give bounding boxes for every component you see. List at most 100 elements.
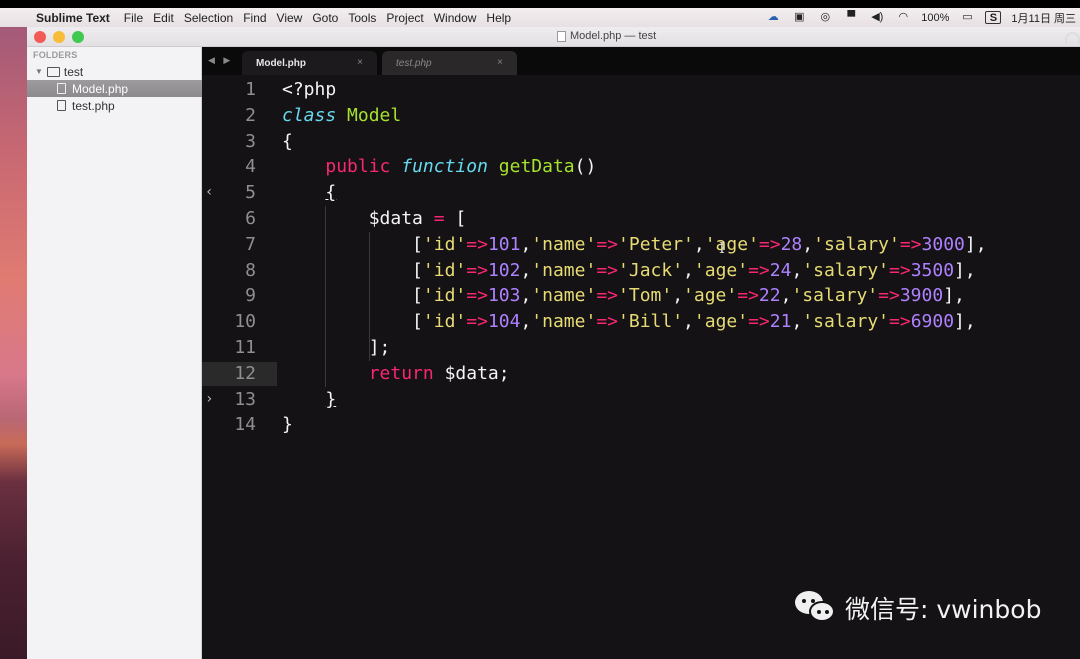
menu-bar: Sublime Text File Edit Selection Find Vi… — [0, 8, 1080, 27]
code-token: [ — [282, 311, 423, 333]
close-icon[interactable]: × — [357, 57, 363, 68]
line-number: 10 — [234, 311, 256, 333]
menu-file[interactable]: File — [124, 11, 151, 25]
menu-window[interactable]: Window — [434, 11, 485, 25]
volume-icon[interactable]: ◀) — [869, 11, 885, 24]
code-token: 'salary' — [791, 285, 879, 307]
caret-down-icon[interactable]: ▼ — [35, 67, 43, 76]
menu-tools[interactable]: Tools — [348, 11, 384, 25]
code-line[interactable]: 3{ — [202, 129, 1080, 155]
code-token: , — [683, 311, 694, 333]
code-token: 'age' — [693, 259, 749, 281]
editor-pane[interactable]: ◀ ▶ Model.php × test.php × 1 <?php 2 class … — [202, 47, 1080, 659]
tab-nav-arrows[interactable]: ◀ ▶ — [208, 55, 233, 66]
code-line[interactable]: › 13 } — [202, 387, 1080, 413]
minimize-window-button[interactable] — [53, 31, 65, 43]
code-line[interactable]: 8 ['id'=>102,'name'=>'Jack','age'=>24,'s… — [202, 257, 1080, 284]
code-token: => — [889, 311, 911, 333]
code-token: => — [748, 259, 770, 281]
menu-help[interactable]: Help — [486, 11, 519, 25]
code-token: , — [791, 311, 803, 333]
code-token: => — [737, 285, 759, 307]
code-content: ['id'=>103,'name'=>'Tom','age'=>22,'sala… — [282, 283, 965, 309]
code-content: ['id'=>104,'name'=>'Bill','age'=>21,'sal… — [282, 309, 976, 335]
status-tray: ☁ ▣ ◎ ▀ ◀) ◠ 100% ▭ S 1月11日 周三 — [765, 8, 1080, 27]
title-bar[interactable]: Model.php — test — [27, 27, 1080, 47]
code-token: 3000 — [921, 233, 965, 255]
battery-icon[interactable]: ▭ — [959, 11, 975, 24]
line-number: 12 — [234, 362, 256, 384]
code-line[interactable]: 7 ['id'=>101,'name'=>'Peter','age'=>28,'… — [202, 231, 1080, 258]
code-area[interactable]: 1 <?php 2 class Model 3{4 public function ge… — [202, 77, 1080, 438]
screen-record-icon[interactable]: ▣ — [791, 11, 807, 24]
maximize-window-button[interactable] — [72, 31, 84, 43]
code-line[interactable]: 11 ]; — [202, 334, 1080, 361]
display-icon[interactable]: ▀ — [843, 11, 859, 24]
menu-edit[interactable]: Edit — [153, 11, 182, 25]
code-line[interactable]: 12 return $data; — [202, 360, 1080, 387]
menu-selection[interactable]: Selection — [184, 11, 241, 25]
wifi-icon[interactable]: ◠ — [895, 11, 911, 24]
sidebar-file-model[interactable]: Model.php — [27, 80, 202, 97]
line-number: 6 — [245, 207, 256, 229]
code-token: [ — [282, 285, 423, 307]
code-token: 'name' — [531, 233, 597, 255]
code-token: { — [282, 130, 293, 152]
code-line[interactable]: ‹ 5 { — [202, 180, 1080, 206]
watermark-text: 微信号: vwinbob — [845, 595, 1042, 624]
code-line[interactable]: 6 $data = [ — [202, 205, 1080, 232]
code-token: Model — [347, 104, 402, 126]
menu-find[interactable]: Find — [243, 11, 274, 25]
code-token: 'salary' — [802, 311, 889, 333]
close-window-button[interactable] — [34, 31, 46, 43]
code-token: ], — [954, 259, 976, 281]
code-line[interactable]: 1 <?php — [202, 77, 1080, 103]
menu-app-name[interactable]: Sublime Text — [36, 11, 122, 25]
cloud-icon[interactable]: ☁ — [765, 11, 781, 24]
code-token: 3900 — [899, 285, 944, 307]
code-line[interactable]: 4 public function getData() — [202, 154, 1080, 180]
code-token: <?php — [282, 79, 337, 100]
window-title-text: Model.php — test — [570, 30, 657, 42]
wechat-watermark: 微信号: vwinbob — [795, 590, 1041, 626]
code-token: 21 — [769, 311, 792, 333]
input-method-icon[interactable]: S — [985, 11, 1002, 24]
menu-goto[interactable]: Goto — [312, 11, 346, 25]
corner-handle-icon — [1065, 32, 1080, 44]
tab-model-php[interactable]: Model.php × — [242, 51, 377, 75]
file-icon — [57, 83, 66, 94]
folder-test[interactable]: ▼ test — [27, 63, 202, 80]
file-icon — [57, 100, 66, 111]
sidebar-file-test[interactable]: test.php — [27, 97, 202, 114]
tab-label: Model.php — [256, 57, 306, 69]
tab-test-php[interactable]: test.php × — [382, 51, 517, 75]
battery-percent: 100% — [921, 11, 950, 24]
code-token: getData — [498, 156, 575, 178]
code-line[interactable]: 10 ['id'=>104,'name'=>'Bill','age'=>21,'… — [202, 309, 1080, 335]
sync-icon[interactable]: ◎ — [817, 11, 833, 24]
line-number: 4 — [245, 156, 256, 178]
code-token: 'Peter' — [618, 233, 694, 255]
code-content: ['id'=>101,'name'=>'Peter','age'=>28,'sa… — [282, 232, 987, 258]
code-token: , — [683, 259, 694, 281]
menu-date[interactable]: 1月11日 周三 — [1011, 10, 1076, 26]
code-line[interactable]: 14} — [202, 412, 1080, 438]
tab-label: test.php — [396, 57, 432, 69]
menu-view[interactable]: View — [277, 11, 311, 25]
code-token: function — [401, 156, 488, 178]
code-token: [ — [444, 207, 467, 229]
code-token: 28 — [780, 233, 803, 255]
menu-project[interactable]: Project — [386, 11, 431, 25]
code-line[interactable]: 9 ['id'=>103,'name'=>'Tom','age'=>22,'sa… — [202, 283, 1080, 310]
code-token: , — [693, 233, 705, 255]
code-line[interactable]: 2 class Model — [202, 103, 1080, 129]
close-icon[interactable]: × — [497, 57, 503, 68]
code-token: => — [596, 285, 619, 307]
code-content: class Model — [282, 103, 401, 129]
line-number: 14 — [234, 414, 256, 436]
line-number: 8 — [245, 259, 256, 281]
